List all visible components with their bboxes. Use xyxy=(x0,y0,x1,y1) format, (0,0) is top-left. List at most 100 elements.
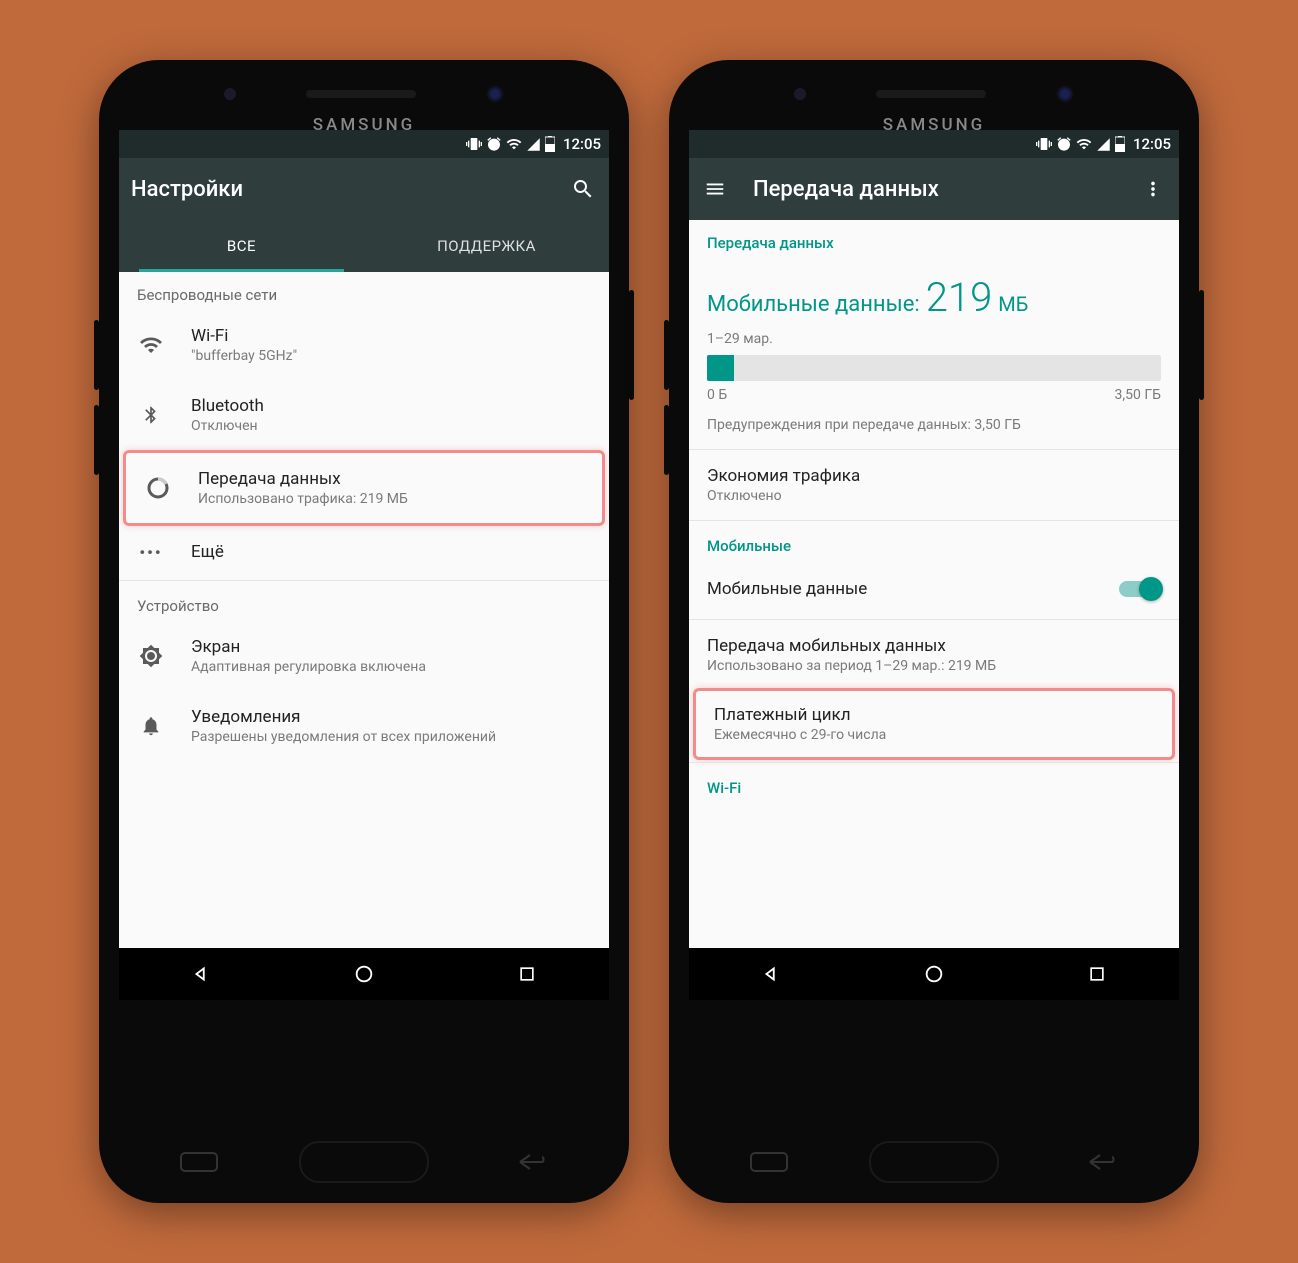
page-title: Передача данных xyxy=(753,177,1115,202)
wifi-icon xyxy=(137,333,165,357)
mobile-data-toggle-title: Мобильные данные xyxy=(707,579,1119,599)
section-data-usage: Передача данных xyxy=(689,220,1179,258)
nav-recent-icon[interactable] xyxy=(1084,961,1110,987)
vibrate-icon xyxy=(1036,136,1052,152)
item-billing-cycle[interactable]: Платежный цикл Ежемесячно с 29-го числа xyxy=(696,691,1172,757)
usage-bar xyxy=(707,355,1161,381)
nav-home-icon[interactable] xyxy=(351,961,377,987)
phone-right: SAMSUNG 12:05 Передача данных Передача д… xyxy=(669,60,1199,1203)
volume-up-button[interactable] xyxy=(664,320,669,390)
data-summary: Мобильные данные: 219 МБ 1–29 мар. 0 Б 3… xyxy=(689,258,1179,447)
more-title: Ещё xyxy=(191,542,591,562)
item-data-usage[interactable]: Передача данных Использовано трафика: 21… xyxy=(126,453,602,523)
mobile-usage-title: Передача мобильных данных xyxy=(707,636,1161,656)
date-range[interactable]: 1–29 мар. xyxy=(707,331,1161,347)
signal-icon xyxy=(526,137,541,152)
data-usage-title: Передача данных xyxy=(198,469,584,489)
display-subtitle: Адаптивная регулировка включена xyxy=(191,659,591,675)
nav-back-icon[interactable] xyxy=(188,961,214,987)
item-mobile-data-toggle[interactable]: Мобильные данные xyxy=(689,561,1179,617)
item-notifications[interactable]: Уведомления Разрешены уведомления от все… xyxy=(119,691,609,761)
hamburger-icon[interactable] xyxy=(701,175,729,203)
overflow-icon[interactable] xyxy=(1139,175,1167,203)
bluetooth-title: Bluetooth xyxy=(191,396,591,416)
item-data-saver[interactable]: Экономия трафика Отключено xyxy=(689,452,1179,518)
brightness-icon xyxy=(137,644,165,668)
tab-all[interactable]: ВСЕ xyxy=(119,220,364,272)
hardware-recent-button[interactable] xyxy=(750,1152,788,1172)
app-bar: Передача данных xyxy=(689,158,1179,220)
toggle-switch[interactable] xyxy=(1119,581,1161,597)
hardware-recent-button[interactable] xyxy=(180,1152,218,1172)
phone-left: SAMSUNG 12:05 Настройки ВСЕ ПОДДЕРЖКА Бе… xyxy=(99,60,629,1203)
nav-back-icon[interactable] xyxy=(758,961,784,987)
page-title: Настройки xyxy=(131,177,545,202)
navigation-bar xyxy=(689,948,1179,1000)
mobile-data-label: Мобильные данные: xyxy=(707,292,920,317)
phone-top-hardware: SAMSUNG xyxy=(794,85,1074,135)
section-mobile: Мобильные xyxy=(689,523,1179,561)
screen-left: 12:05 Настройки ВСЕ ПОДДЕРЖКА Беспроводн… xyxy=(119,130,609,1000)
bar-max-label: 3,50 ГБ xyxy=(1115,387,1161,403)
mobile-usage-subtitle: Использовано за период 1–29 мар.: 219 МБ xyxy=(707,658,1161,674)
data-saver-title: Экономия трафика xyxy=(707,466,1161,486)
volume-up-button[interactable] xyxy=(94,320,99,390)
notifications-subtitle: Разрешены уведомления от всех приложений xyxy=(191,729,591,745)
tabs: ВСЕ ПОДДЕРЖКА xyxy=(119,220,609,272)
volume-down-button[interactable] xyxy=(664,405,669,475)
tab-support[interactable]: ПОДДЕРЖКА xyxy=(364,220,609,272)
bell-icon xyxy=(137,715,165,737)
display-title: Экран xyxy=(191,637,591,657)
hardware-home-button[interactable] xyxy=(869,1141,999,1183)
status-bar: 12:05 xyxy=(119,130,609,158)
section-device: Устройство xyxy=(119,583,609,621)
section-wireless: Беспроводные сети xyxy=(119,272,609,310)
nav-home-icon[interactable] xyxy=(921,961,947,987)
vibrate-icon xyxy=(466,136,482,152)
screen-right: 12:05 Передача данных Передача данных Мо… xyxy=(689,130,1179,1000)
volume-down-button[interactable] xyxy=(94,405,99,475)
item-wifi[interactable]: Wi-Fi "bufferbay 5GHz" xyxy=(119,310,609,380)
bar-min-label: 0 Б xyxy=(707,387,727,403)
status-time: 12:05 xyxy=(1133,135,1171,153)
item-display[interactable]: Экран Адаптивная регулировка включена xyxy=(119,621,609,691)
alarm-icon xyxy=(1056,136,1072,152)
phone-hardware-buttons xyxy=(669,1141,1199,1183)
nav-recent-icon[interactable] xyxy=(514,961,540,987)
phone-top-hardware: SAMSUNG xyxy=(224,85,504,135)
hardware-home-button[interactable] xyxy=(299,1141,429,1183)
item-more[interactable]: ••• Ещё xyxy=(119,526,609,578)
status-time: 12:05 xyxy=(563,135,601,153)
status-bar: 12:05 xyxy=(689,130,1179,158)
app-bar: Настройки xyxy=(119,158,609,220)
battery-icon xyxy=(545,136,555,152)
data-saver-subtitle: Отключено xyxy=(707,488,1161,504)
billing-cycle-title: Платежный цикл xyxy=(714,705,1154,725)
power-button[interactable] xyxy=(1199,290,1204,400)
signal-icon xyxy=(1096,137,1111,152)
more-icon: ••• xyxy=(137,543,165,562)
power-button[interactable] xyxy=(629,290,634,400)
wifi-icon xyxy=(506,136,522,152)
wifi-icon xyxy=(1076,136,1092,152)
wifi-title: Wi-Fi xyxy=(191,326,591,346)
alarm-icon xyxy=(486,136,502,152)
item-bluetooth[interactable]: Bluetooth Отключен xyxy=(119,380,609,450)
search-icon[interactable] xyxy=(569,175,597,203)
section-wifi: Wi-Fi xyxy=(689,765,1179,803)
warning-text: Предупреждения при передаче данных: 3,50… xyxy=(707,417,1161,433)
mobile-data-unit: МБ xyxy=(998,292,1028,316)
mobile-data-value: 219 xyxy=(926,274,993,321)
phone-hardware-buttons xyxy=(99,1141,629,1183)
battery-icon xyxy=(1115,136,1125,152)
bluetooth-subtitle: Отключен xyxy=(191,418,591,434)
navigation-bar xyxy=(119,948,609,1000)
bluetooth-icon xyxy=(137,403,165,427)
wifi-subtitle: "bufferbay 5GHz" xyxy=(191,348,591,364)
data-usage-subtitle: Использовано трафика: 219 МБ xyxy=(198,491,584,507)
hardware-back-button[interactable] xyxy=(1080,1151,1118,1173)
item-mobile-usage[interactable]: Передача мобильных данных Использовано з… xyxy=(689,622,1179,688)
notifications-title: Уведомления xyxy=(191,707,591,727)
data-usage-icon xyxy=(144,476,172,500)
hardware-back-button[interactable] xyxy=(510,1151,548,1173)
